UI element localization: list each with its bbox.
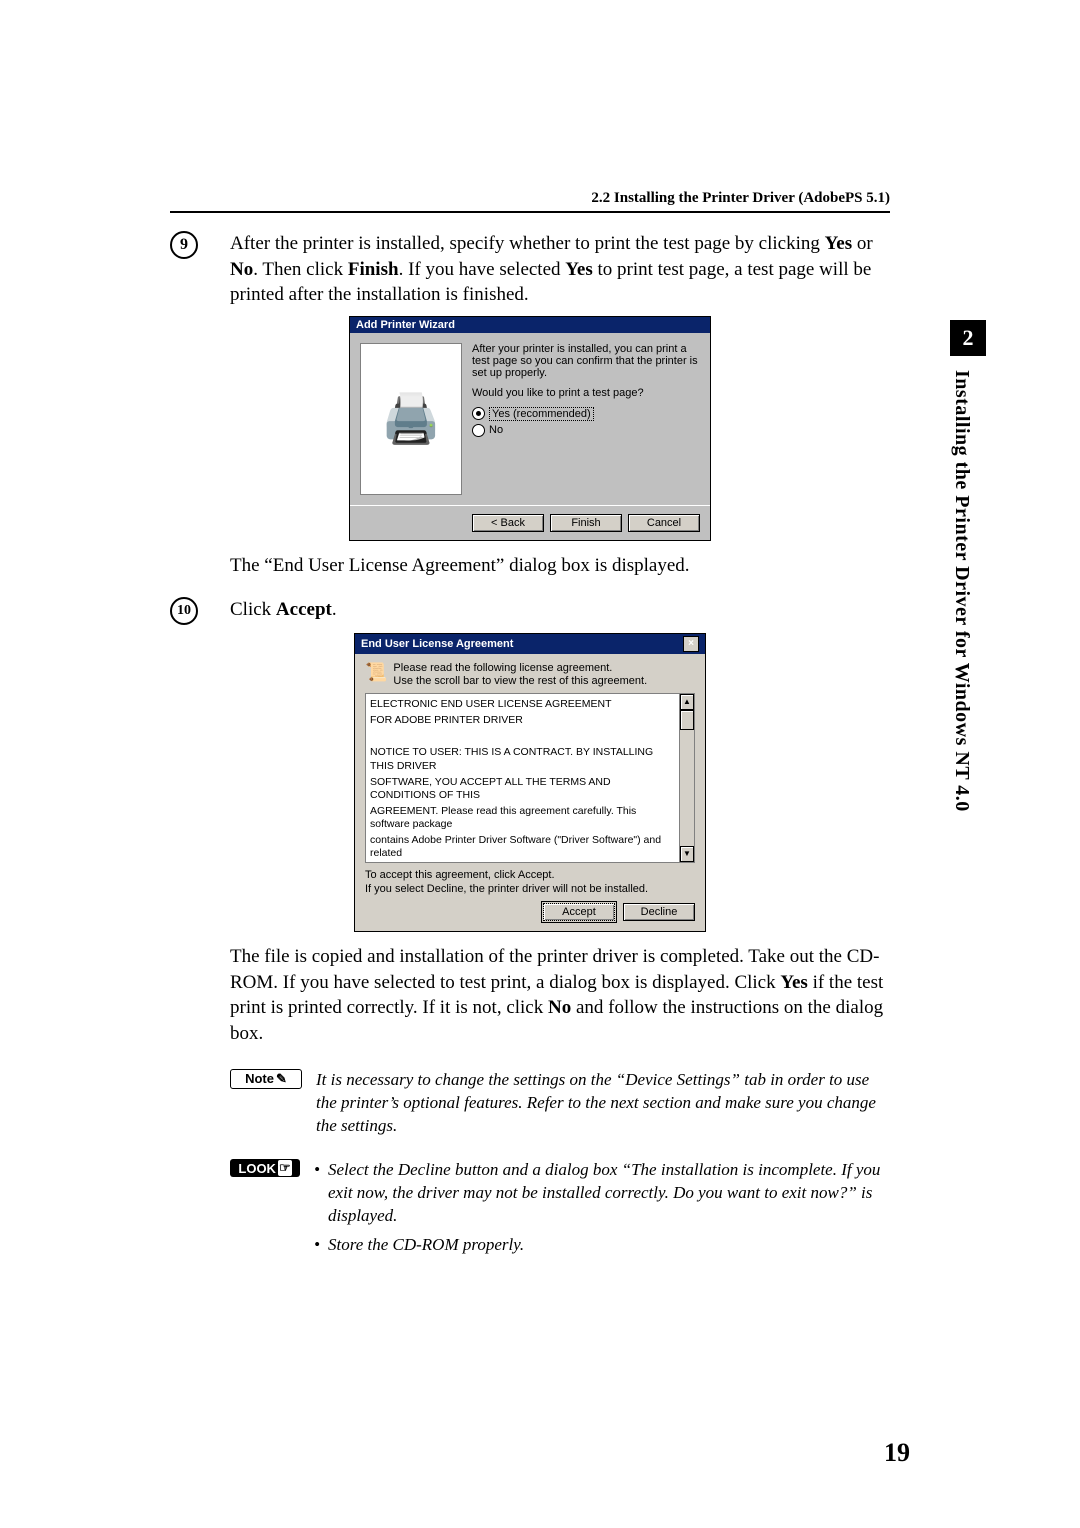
- step-number-10: 10: [170, 597, 230, 625]
- eula-line: AGREEMENT. Please read this agreement ca…: [370, 805, 678, 831]
- eula-footer: To accept this agreement, click Accept.: [365, 869, 695, 881]
- scrollbar[interactable]: ▲ ▼: [679, 694, 694, 862]
- step9-no: No: [230, 259, 253, 280]
- add-printer-wizard-dialog: Add Printer Wizard 🖨️ After your printer…: [349, 316, 711, 541]
- step9-frag: After the printer is installed, specify …: [230, 233, 825, 254]
- eula-line: ELECTRONIC END USER LICENSE AGREEMENT: [370, 698, 678, 711]
- step9-finish: Finish: [348, 259, 399, 280]
- section-header: 2.2 Installing the Printer Driver (Adobe…: [170, 190, 890, 211]
- chapter-title-vertical: Installing the Printer Driver for Window…: [950, 370, 973, 812]
- dialog-titlebar: End User License Agreement ×: [355, 634, 705, 654]
- chapter-number-tab: 2: [950, 320, 986, 356]
- step10-accept: Accept: [276, 599, 332, 620]
- step-number-circle: 10: [170, 597, 198, 625]
- wizard-question: Would you like to print a test page?: [472, 387, 700, 399]
- radio-yes-label: Yes (recommended): [489, 407, 594, 421]
- dialog-title: Add Printer Wizard: [356, 319, 455, 331]
- radio-no-label: No: [489, 424, 503, 436]
- eula-line: SOFTWARE, YOU ACCEPT ALL THE TERMS AND C…: [370, 776, 678, 802]
- look-list: Select the Decline button and a dialog b…: [314, 1159, 890, 1263]
- cancel-button[interactable]: Cancel: [628, 514, 700, 532]
- look-item: Store the CD-ROM properly.: [314, 1234, 890, 1257]
- post-eula-yes: Yes: [780, 972, 807, 993]
- eula-line: FOR ADOBE PRINTER DRIVER: [370, 714, 678, 727]
- radio-no[interactable]: [472, 424, 485, 437]
- look-label-text: LOOK: [238, 1161, 276, 1176]
- step9-yes: Yes: [825, 233, 852, 254]
- step9-followup: The “End User License Agreement” dialog …: [230, 553, 690, 579]
- back-button[interactable]: < Back: [472, 514, 544, 532]
- note-label-text: Note: [245, 1071, 274, 1086]
- pencil-icon: ✎: [276, 1071, 287, 1087]
- note-text: It is necessary to change the settings o…: [316, 1069, 890, 1138]
- eula-instruction: Please read the following license agreem…: [393, 662, 647, 676]
- wizard-message: After your printer is installed, you can…: [472, 343, 700, 379]
- post-eula-no: No: [548, 997, 571, 1018]
- look-badge: LOOK☞: [230, 1159, 300, 1177]
- finish-button[interactable]: Finish: [550, 514, 622, 532]
- step9-frag: . If you have selected: [399, 259, 566, 280]
- step9-frag: . Then click: [253, 259, 348, 280]
- post-eula-text: The file is copied and installation of t…: [230, 944, 890, 1047]
- dialog-titlebar: Add Printer Wizard: [350, 317, 710, 333]
- header-rule: [170, 211, 890, 213]
- radio-yes-row[interactable]: Yes (recommended): [472, 407, 700, 421]
- accept-button[interactable]: Accept: [543, 903, 615, 921]
- step-number-9: 9: [170, 231, 230, 259]
- eula-instruction: Use the scroll bar to view the rest of t…: [393, 675, 647, 689]
- step9-frag: or: [852, 233, 873, 254]
- hand-point-icon: ☞: [278, 1160, 292, 1176]
- eula-footer: If you select Decline, the printer drive…: [365, 883, 695, 895]
- look-item: Select the Decline button and a dialog b…: [314, 1159, 890, 1228]
- eula-line: contains Adobe Printer Driver Software (…: [370, 834, 678, 860]
- radio-no-row[interactable]: No: [472, 424, 700, 437]
- step10-frag: .: [332, 599, 337, 620]
- close-icon[interactable]: ×: [683, 636, 699, 652]
- radio-yes[interactable]: [472, 407, 485, 420]
- step10-text: Click Accept.: [230, 597, 337, 623]
- step-number-circle: 9: [170, 231, 198, 259]
- scroll-up-icon[interactable]: ▲: [680, 694, 694, 710]
- wizard-illustration: 🖨️: [360, 343, 462, 495]
- dialog-title: End User License Agreement: [361, 638, 513, 650]
- step10-frag: Click: [230, 599, 276, 620]
- page-number: 19: [884, 1438, 910, 1468]
- decline-button[interactable]: Decline: [623, 903, 695, 921]
- eula-line: NOTICE TO USER: THIS IS A CONTRACT. BY I…: [370, 746, 678, 772]
- eula-dialog: End User License Agreement × 📜 Please re…: [354, 633, 706, 933]
- document-icon: 📜: [365, 662, 387, 683]
- step9-text: After the printer is installed, specify …: [230, 231, 890, 308]
- scroll-down-icon[interactable]: ▼: [680, 846, 694, 862]
- eula-text-area[interactable]: ELECTRONIC END USER LICENSE AGREEMENT FO…: [365, 693, 695, 863]
- note-badge: Note✎: [230, 1069, 302, 1089]
- step9-yes2: Yes: [565, 259, 592, 280]
- scroll-thumb[interactable]: [680, 710, 694, 730]
